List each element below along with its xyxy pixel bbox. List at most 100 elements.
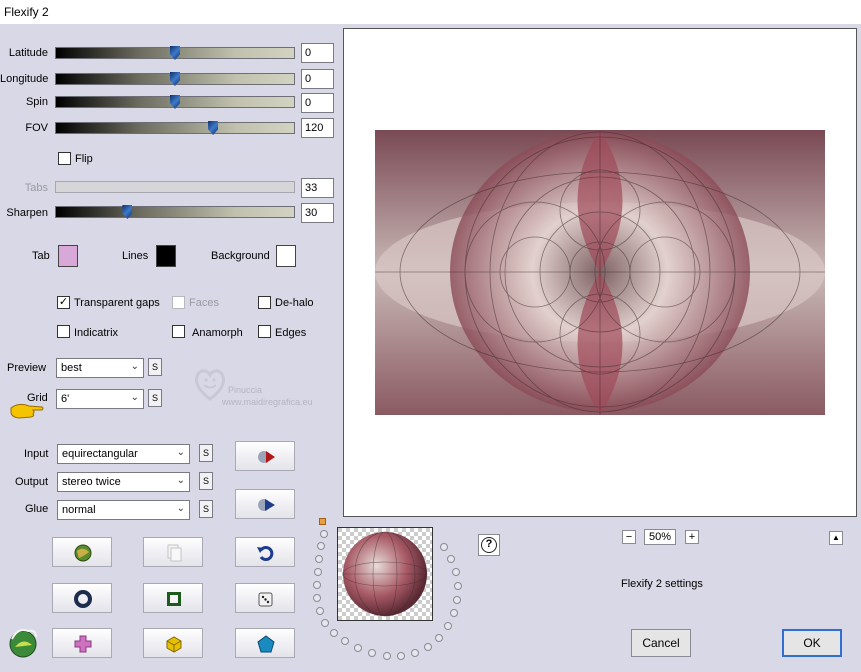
indicatrix-label: Indicatrix: [74, 327, 119, 339]
indicatrix-checkbox[interactable]: [57, 325, 70, 338]
ring-dot[interactable]: [368, 649, 376, 657]
output-s-button[interactable]: S: [199, 472, 213, 490]
ring-dot[interactable]: [454, 582, 462, 590]
preview-image[interactable]: [375, 130, 825, 415]
ring-dot[interactable]: [440, 543, 448, 551]
ring-dot[interactable]: [313, 594, 321, 602]
edges-label: Edges: [275, 327, 307, 339]
background-color-label: Background: [211, 250, 270, 262]
ring-dot[interactable]: [314, 568, 322, 576]
tab-color-swatch[interactable]: [58, 245, 78, 267]
ring-dot[interactable]: [397, 652, 405, 660]
randomize-globe-button[interactable]: [52, 537, 112, 567]
sharpen-input[interactable]: 30: [301, 203, 334, 223]
edges-checkbox[interactable]: [258, 325, 271, 338]
globe-play-icon: [258, 499, 275, 511]
anamorph-checkbox[interactable]: [172, 325, 185, 338]
dice-button[interactable]: [235, 583, 295, 613]
longitude-thumb[interactable]: [170, 72, 180, 86]
background-color-swatch[interactable]: [276, 245, 296, 267]
ring-dot[interactable]: [452, 568, 460, 576]
preview-select-value: best: [61, 362, 82, 374]
transparent-gaps-checkbox[interactable]: ✓: [57, 296, 70, 309]
sharpen-thumb[interactable]: [122, 205, 133, 219]
frame-button[interactable]: [143, 583, 203, 613]
ring-dot[interactable]: [320, 530, 328, 538]
ring-dot[interactable]: [411, 649, 419, 657]
transparent-gaps-label: Transparent gaps: [74, 297, 160, 309]
ring-dot[interactable]: [450, 609, 458, 617]
sharpen-slider[interactable]: [55, 205, 295, 219]
ring-dot[interactable]: [315, 555, 323, 563]
ring-dot[interactable]: [453, 596, 461, 604]
input-s-button[interactable]: S: [199, 444, 213, 462]
chevron-down-icon: ⌄: [130, 361, 139, 372]
preview-panel[interactable]: [343, 28, 857, 517]
output-select[interactable]: stereo twice ⌄: [57, 472, 190, 492]
ring-button[interactable]: [52, 583, 112, 613]
latitude-slider[interactable]: [55, 46, 295, 60]
preview-s-button[interactable]: S: [148, 358, 162, 376]
ring-dot[interactable]: [317, 542, 325, 550]
glue-select[interactable]: normal ⌄: [57, 500, 190, 520]
window-title: Flexify 2: [4, 5, 49, 19]
help-button[interactable]: ?: [478, 534, 500, 556]
ring-dot[interactable]: [341, 637, 349, 645]
spin-input[interactable]: 0: [301, 93, 334, 113]
sphere-thumbnail[interactable]: [337, 527, 433, 621]
fov-thumb[interactable]: [208, 121, 219, 135]
undo-button[interactable]: [235, 537, 295, 567]
cross-shape-button[interactable]: [52, 628, 112, 658]
fov-input[interactable]: 120: [301, 118, 334, 138]
ring-dot[interactable]: [444, 622, 452, 630]
fov-slider[interactable]: [55, 121, 295, 135]
copy-button[interactable]: [143, 537, 203, 567]
longitude-input[interactable]: 0: [301, 69, 334, 89]
cube-button[interactable]: [143, 628, 203, 658]
grid-select[interactable]: 6' ⌄: [56, 389, 144, 409]
latitude-input[interactable]: 0: [301, 43, 334, 63]
spin-thumb[interactable]: [170, 95, 180, 109]
collapse-button[interactable]: ▲: [829, 531, 843, 545]
watermark-name: Pinuccia: [228, 385, 263, 395]
output-label: Output: [15, 476, 49, 488]
input-select[interactable]: equirectangular ⌄: [57, 444, 190, 464]
ring-dot[interactable]: [313, 581, 321, 589]
lines-color-swatch[interactable]: [156, 245, 176, 267]
yellow-cube-icon: [166, 636, 182, 653]
play-button[interactable]: [235, 489, 295, 519]
ring-dot[interactable]: [354, 644, 362, 652]
latitude-thumb[interactable]: [170, 46, 180, 60]
apply-arrow-button[interactable]: [235, 441, 295, 471]
ring-dot[interactable]: [330, 629, 338, 637]
de-halo-checkbox[interactable]: [258, 296, 271, 309]
ring-dot[interactable]: [383, 652, 391, 660]
latitude-label: Latitude: [8, 47, 48, 59]
ring-dot[interactable]: [447, 555, 455, 563]
pentagon-button[interactable]: [235, 628, 295, 658]
longitude-slider[interactable]: [55, 72, 295, 86]
tabs-input[interactable]: 33: [301, 178, 334, 198]
tabs-slider: [55, 181, 295, 193]
grid-s-button[interactable]: S: [148, 389, 162, 407]
glue-s-button[interactable]: S: [199, 500, 213, 518]
ring-marker[interactable]: [319, 518, 326, 525]
ring-dot[interactable]: [316, 607, 324, 615]
ok-button[interactable]: OK: [782, 629, 842, 657]
ring-dot[interactable]: [321, 619, 329, 627]
zoom-value[interactable]: 50%: [644, 529, 676, 545]
flip-checkbox[interactable]: [58, 152, 71, 165]
chevron-down-icon: ⌄: [130, 392, 139, 403]
spin-label: Spin: [25, 96, 48, 108]
ring-dot[interactable]: [424, 643, 432, 651]
pink-cross-icon: [74, 635, 92, 653]
zoom-in-button[interactable]: +: [685, 530, 699, 544]
zoom-out-button[interactable]: −: [622, 530, 636, 544]
watermark-url: www.maidiregrafica.eu: [222, 397, 313, 407]
ring-dot[interactable]: [435, 634, 443, 642]
preview-select[interactable]: best ⌄: [56, 358, 144, 378]
longitude-label: Longitude: [0, 73, 49, 85]
spin-slider[interactable]: [55, 95, 295, 109]
tabs-label: Tabs: [24, 182, 48, 194]
cancel-button[interactable]: Cancel: [631, 629, 691, 657]
